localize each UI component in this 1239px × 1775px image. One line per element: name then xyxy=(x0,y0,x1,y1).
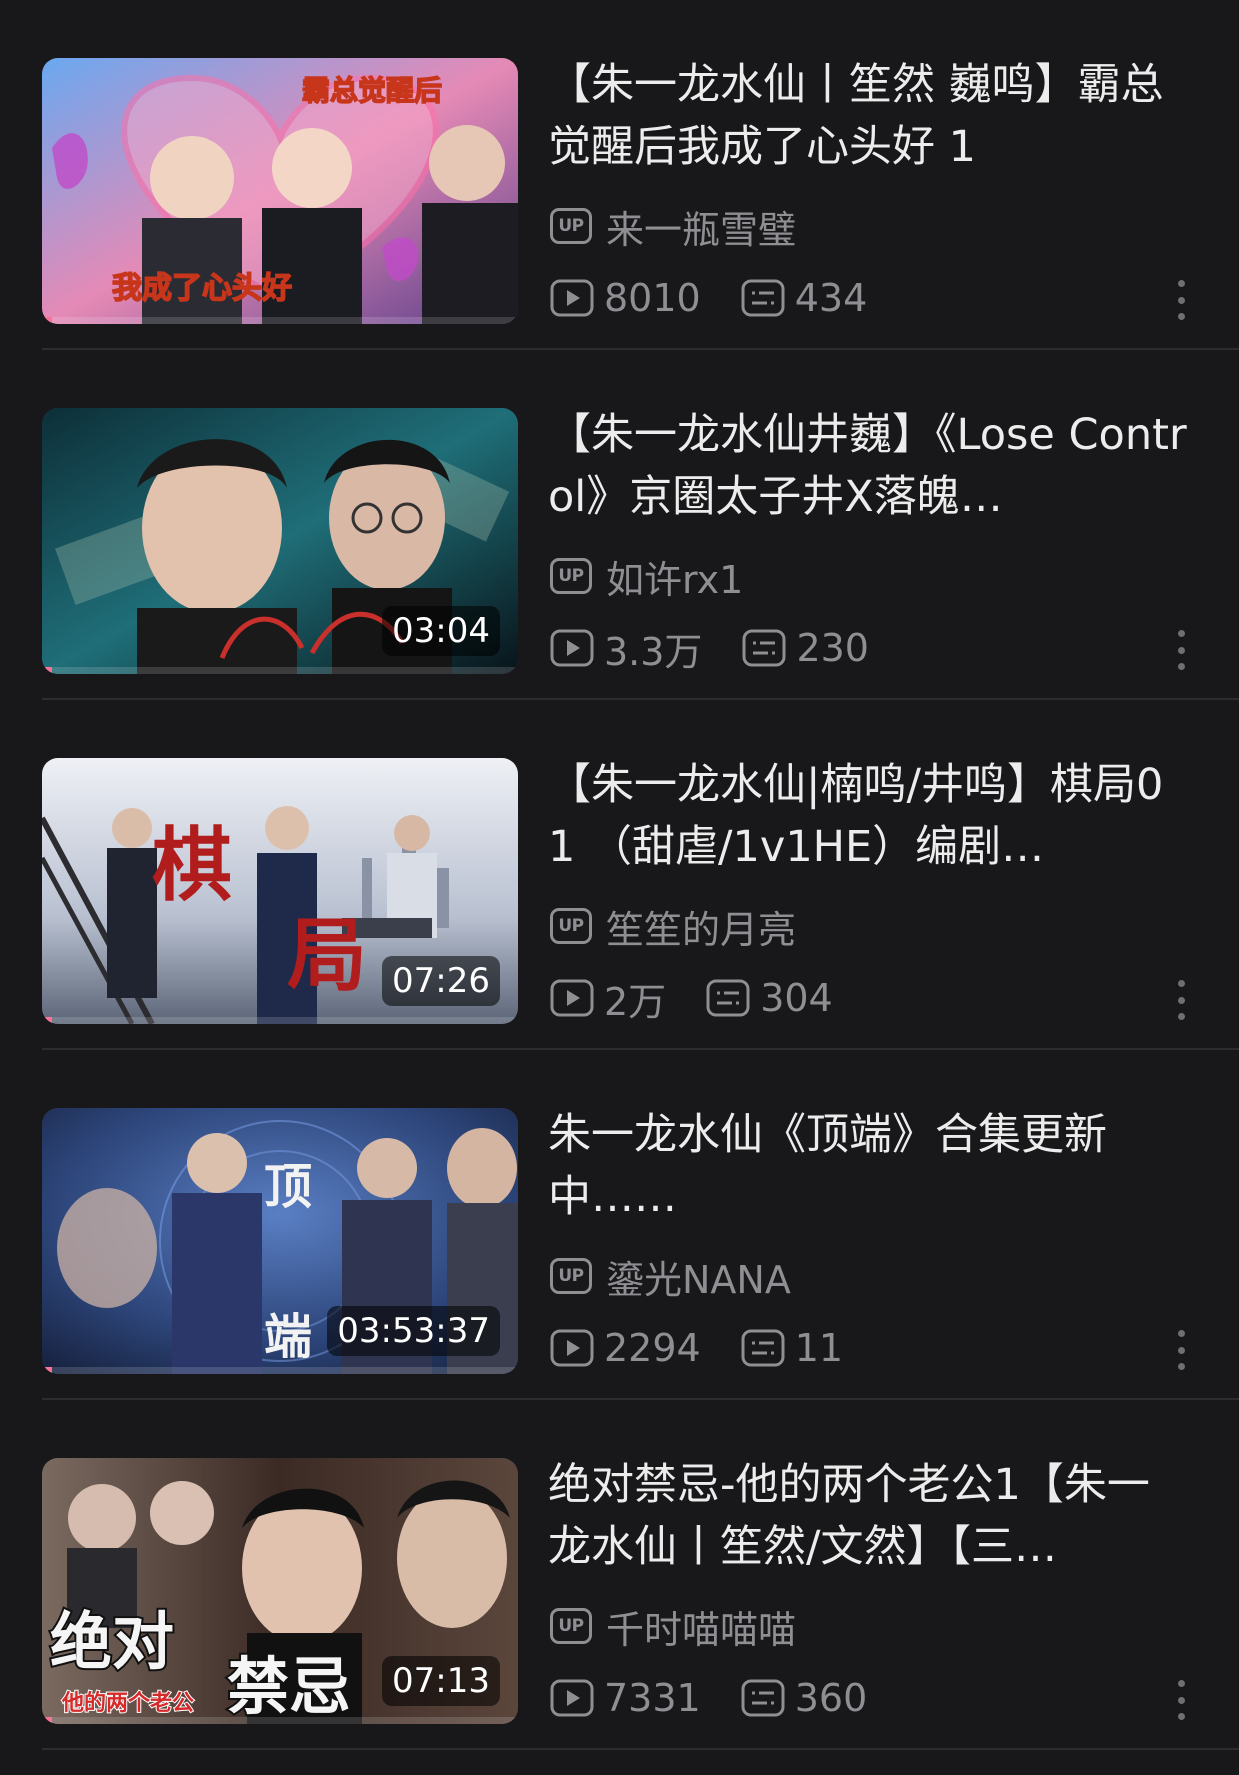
video-title[interactable]: 【朱一龙水仙丨笙然 巍鸣】霸总觉醒后我成了心头好 1 xyxy=(548,54,1188,178)
danmaku-count-icon xyxy=(741,279,785,317)
watch-progress-fill xyxy=(42,317,52,324)
view-count: 7331 xyxy=(550,1676,701,1720)
view-count: 8010 xyxy=(550,276,701,320)
thumbnail-art: 霸总觉醒后 我成了心头好 xyxy=(42,58,518,324)
divider xyxy=(42,1748,1239,1750)
more-vertical-icon[interactable] xyxy=(1175,1680,1187,1720)
danmaku-count-icon xyxy=(741,1679,785,1717)
uploader[interactable]: UP 如许rx1 xyxy=(550,548,743,604)
more-vertical-icon[interactable] xyxy=(1175,630,1187,670)
play-count-icon xyxy=(550,1679,594,1717)
thumb-text: 局 xyxy=(287,908,367,1002)
video-title[interactable]: 绝对禁忌-他的两个老公1【朱一龙水仙丨笙然/文然】【三… xyxy=(548,1454,1188,1578)
thumb-text: 霸总觉醒后 xyxy=(302,74,442,107)
video-thumbnail[interactable]: 霸总觉醒后 我成了心头好 xyxy=(42,58,518,324)
video-stats: 7331 360 xyxy=(550,1670,907,1726)
danmaku-count-icon xyxy=(742,629,786,667)
up-badge-icon: UP xyxy=(550,1258,592,1294)
thumb-text: 绝对 xyxy=(50,1605,174,1678)
danmaku-count-value: 230 xyxy=(796,626,869,670)
watch-progress xyxy=(42,667,518,674)
video-duration: 03:53:37 xyxy=(327,1306,500,1356)
up-badge-icon: UP xyxy=(550,1608,592,1644)
video-stats: 2294 11 xyxy=(550,1320,883,1376)
uploader[interactable]: UP 鎏光NANA xyxy=(550,1248,791,1304)
watch-progress xyxy=(42,317,518,324)
danmaku-count: 434 xyxy=(741,276,868,320)
danmaku-count: 230 xyxy=(742,626,869,670)
up-badge-icon: UP xyxy=(550,558,592,594)
uploader[interactable]: UP 笙笙的月亮 xyxy=(550,898,796,954)
danmaku-count-icon xyxy=(706,979,750,1017)
watch-progress-fill xyxy=(42,667,52,674)
watch-progress-fill xyxy=(42,1717,52,1724)
thumb-text: 棋 xyxy=(152,818,232,912)
view-count-value: 2294 xyxy=(604,1326,701,1370)
uploader-name: 鎏光NANA xyxy=(606,1257,791,1302)
watch-progress-fill xyxy=(42,1367,52,1374)
danmaku-count-value: 304 xyxy=(760,976,833,1020)
thumb-text: 端 xyxy=(264,1309,312,1365)
video-item[interactable]: 03:04 【朱一龙水仙井巍】《Lose Control》京圈太子井X落魄… U… xyxy=(0,350,1239,700)
video-duration: 07:26 xyxy=(382,956,500,1006)
video-duration: 07:13 xyxy=(382,1656,500,1706)
video-thumbnail[interactable]: 绝对 禁忌 他的两个老公 07:13 xyxy=(42,1458,518,1724)
video-duration: 03:04 xyxy=(382,606,500,656)
uploader-name: 千时喵喵喵 xyxy=(606,1607,797,1652)
danmaku-count-value: 434 xyxy=(794,276,868,320)
watch-progress xyxy=(42,1717,518,1724)
view-count-value: 7331 xyxy=(604,1676,701,1720)
video-stats: 2万 304 xyxy=(550,970,873,1026)
thumb-text: 顶 xyxy=(264,1159,312,1215)
video-item[interactable]: 绝对 禁忌 他的两个老公 07:13 绝对禁忌-他的两个老公1【朱一龙水仙丨笙然… xyxy=(0,1400,1239,1750)
thumb-text: 我成了心头好 xyxy=(112,271,292,306)
view-count: 3.3万 xyxy=(550,621,702,676)
thumb-text: 他的两个老公 xyxy=(61,1690,194,1716)
video-thumbnail[interactable]: 03:04 xyxy=(42,408,518,674)
uploader-name: 来一瓶雪璧 xyxy=(606,207,797,252)
danmaku-count: 304 xyxy=(706,976,833,1020)
video-item[interactable]: 霸总觉醒后 我成了心头好 【朱一龙水仙丨笙然 巍鸣】霸总觉醒后我成了心头好 1 … xyxy=(0,0,1239,350)
play-count-icon xyxy=(550,1329,594,1367)
video-stats: 3.3万 230 xyxy=(550,620,909,676)
more-vertical-icon[interactable] xyxy=(1175,1330,1187,1370)
video-item[interactable]: 棋 局 07:26 【朱一龙水仙|楠鸣/井鸣】棋局01 （甜虐/1v1HE）编剧… xyxy=(0,700,1239,1050)
thumb-text: 禁忌 xyxy=(227,1650,351,1723)
video-thumbnail[interactable]: 顶 端 03:53:37 xyxy=(42,1108,518,1374)
more-vertical-icon[interactable] xyxy=(1175,980,1187,1020)
video-thumbnail[interactable]: 棋 局 07:26 xyxy=(42,758,518,1024)
uploader[interactable]: UP 千时喵喵喵 xyxy=(550,1598,796,1654)
up-badge-icon: UP xyxy=(550,208,592,244)
danmaku-count-value: 360 xyxy=(794,1676,868,1720)
view-count-value: 2万 xyxy=(604,979,667,1024)
video-stats: 8010 434 xyxy=(550,270,907,326)
danmaku-count: 11 xyxy=(741,1326,843,1370)
uploader[interactable]: UP 来一瓶雪璧 xyxy=(550,198,796,254)
uploader-name: 笙笙的月亮 xyxy=(606,907,797,952)
play-count-icon xyxy=(550,629,594,667)
danmaku-count-icon xyxy=(741,1329,785,1367)
video-title[interactable]: 【朱一龙水仙|楠鸣/井鸣】棋局01 （甜虐/1v1HE）编剧… xyxy=(548,754,1188,878)
view-count: 2294 xyxy=(550,1326,701,1370)
watch-progress xyxy=(42,1017,518,1024)
danmaku-count-value: 11 xyxy=(794,1326,844,1370)
watch-progress-fill xyxy=(42,1017,52,1024)
video-title[interactable]: 【朱一龙水仙井巍】《Lose Control》京圈太子井X落魄… xyxy=(548,404,1188,528)
view-count-value: 3.3万 xyxy=(604,629,703,674)
uploader-name: 如许rx1 xyxy=(606,557,744,602)
up-badge-icon: UP xyxy=(550,908,592,944)
video-item[interactable]: 顶 端 03:53:37 朱一龙水仙《顶端》合集更新中…… UP 鎏光NANA … xyxy=(0,1050,1239,1400)
play-count-icon xyxy=(550,279,594,317)
view-count: 2万 xyxy=(550,971,666,1026)
more-vertical-icon[interactable] xyxy=(1175,280,1187,320)
video-title[interactable]: 朱一龙水仙《顶端》合集更新中…… xyxy=(548,1104,1188,1228)
danmaku-count: 360 xyxy=(741,1676,868,1720)
view-count-value: 8010 xyxy=(604,276,701,320)
play-count-icon xyxy=(550,979,594,1017)
watch-progress xyxy=(42,1367,518,1374)
